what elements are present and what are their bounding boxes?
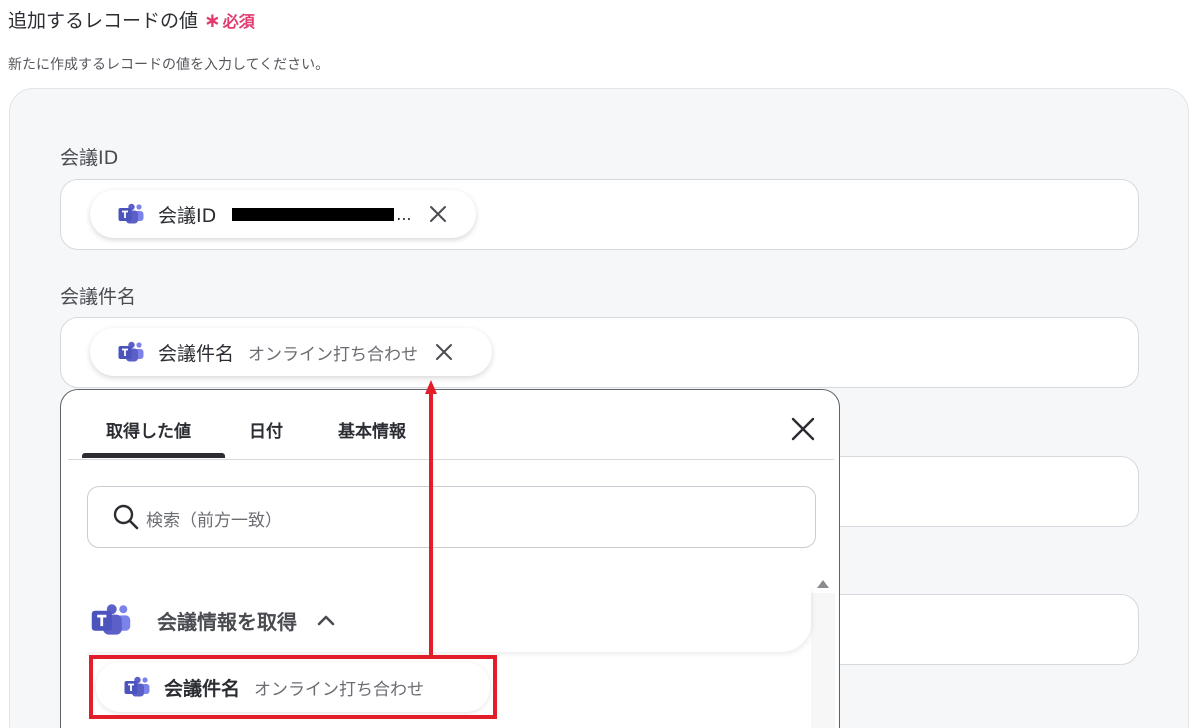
group-header-meeting-info[interactable]: 会議情報を取得 (87, 588, 811, 652)
chip-ellipsis: ... (396, 204, 412, 224)
teams-icon (118, 203, 144, 225)
field-label-meeting-id: 会議ID (60, 147, 119, 169)
active-tab-indicator (82, 453, 225, 458)
close-icon[interactable] (434, 342, 454, 362)
search-icon (113, 504, 139, 530)
section-description: 新たに作成するレコードの値を入力してください。 (8, 57, 330, 73)
search-input[interactable]: 検索（前方一致） (87, 486, 816, 548)
field-label-meeting-subject: 会議件名 (60, 286, 137, 308)
chip-meeting-id[interactable]: 会議ID ... (90, 190, 476, 238)
annotation-highlight-box (89, 655, 497, 719)
section-title-text: 追加するレコードの値 (8, 10, 199, 32)
chip-label: 会議件名 (158, 342, 235, 365)
close-icon[interactable] (428, 204, 448, 224)
required-label: 必須 (222, 12, 255, 31)
chip-label: 会議ID (158, 204, 217, 227)
tab-acquired-values[interactable]: 取得した値 (106, 417, 191, 442)
teams-icon (118, 341, 144, 363)
chip-value: オンライン打ち合わせ (248, 344, 419, 365)
tab-basic-info[interactable]: 基本情報 (338, 417, 406, 442)
chevron-up-icon (317, 615, 335, 626)
search-placeholder: 検索（前方一致） (146, 511, 282, 531)
required-star: ∗ (204, 8, 221, 32)
section-title: 追加するレコードの値 ∗ 必須 (8, 6, 255, 33)
close-icon[interactable] (790, 416, 816, 442)
teams-icon (91, 603, 131, 637)
scrollbar-track[interactable] (811, 593, 835, 728)
tab-date[interactable]: 日付 (249, 417, 283, 442)
redacted-value (232, 207, 395, 221)
chip-meeting-subject[interactable]: 会議件名 オンライン打ち合わせ (90, 328, 492, 376)
tab-divider (68, 459, 834, 460)
annotation-arrow-head (425, 380, 437, 394)
annotation-arrow-line (429, 392, 433, 656)
group-label: 会議情報を取得 (157, 609, 297, 634)
scroll-up-arrow[interactable] (817, 580, 829, 588)
